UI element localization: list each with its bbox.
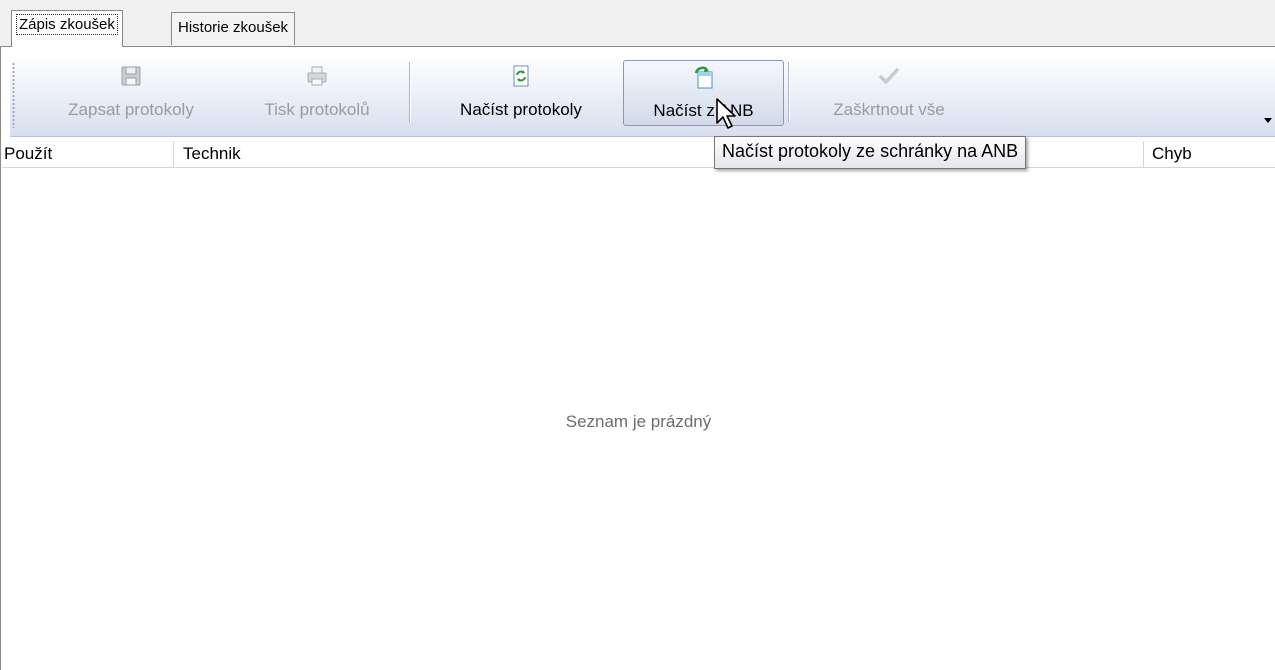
button-label: Zaškrtnout vše: [833, 100, 945, 119]
column-header-row: Použít Technik Chyb: [2, 141, 1275, 168]
tab-zapis-zkousek[interactable]: Zápis zkoušek: [11, 10, 123, 47]
tab-strip: Zápis zkoušek Historie zkoušek: [0, 0, 1275, 47]
import-document-icon: [694, 66, 712, 89]
toolbar-grip[interactable]: [12, 62, 15, 128]
column-divider[interactable]: [1143, 141, 1144, 167]
load-protocols-button[interactable]: Načíst protokoly: [426, 60, 616, 126]
button-label: Zapsat protokoly: [68, 100, 194, 119]
load-from-anb-button[interactable]: Načíst z ANB: [623, 60, 784, 126]
print-protocols-button[interactable]: Tisk protokolů: [228, 60, 406, 126]
tab-label: Zápis zkoušek: [16, 14, 118, 35]
check-all-button[interactable]: Zaškrtnout vše: [804, 60, 974, 126]
toolbar-separator: [409, 62, 410, 122]
button-label: Načíst z ANB: [653, 101, 754, 120]
toolbar: Zapsat protokoly Tisk protokolů Načíst p…: [10, 53, 1275, 137]
dropdown-arrow-icon[interactable]: [1264, 118, 1272, 124]
save-icon: [121, 66, 141, 86]
mouse-pointer-icon: [716, 98, 736, 129]
refresh-document-icon: [513, 65, 529, 87]
tab-label: Historie zkoušek: [178, 19, 289, 36]
tooltip: Načíst protokoly ze schránky na ANB: [714, 136, 1027, 169]
button-label: Tisk protokolů: [264, 100, 370, 119]
column-header-pouzit[interactable]: Použít: [4, 144, 52, 164]
tab-historie-zkousek[interactable]: Historie zkoušek: [171, 12, 296, 45]
toolbar-separator: [788, 62, 789, 122]
tab-panel: Zapsat protokoly Tisk protokolů Načíst p…: [0, 47, 1275, 670]
column-divider[interactable]: [173, 141, 174, 167]
column-header-technik[interactable]: Technik: [183, 144, 241, 164]
printer-icon: [307, 66, 327, 86]
checkmark-icon: [879, 68, 899, 84]
save-protocols-button[interactable]: Zapsat protokoly: [36, 60, 226, 126]
column-header-chyb[interactable]: Chyb: [1152, 144, 1192, 164]
button-label: Načíst protokoly: [460, 100, 582, 119]
empty-list-message: Seznam je prázdný: [565, 412, 712, 431]
